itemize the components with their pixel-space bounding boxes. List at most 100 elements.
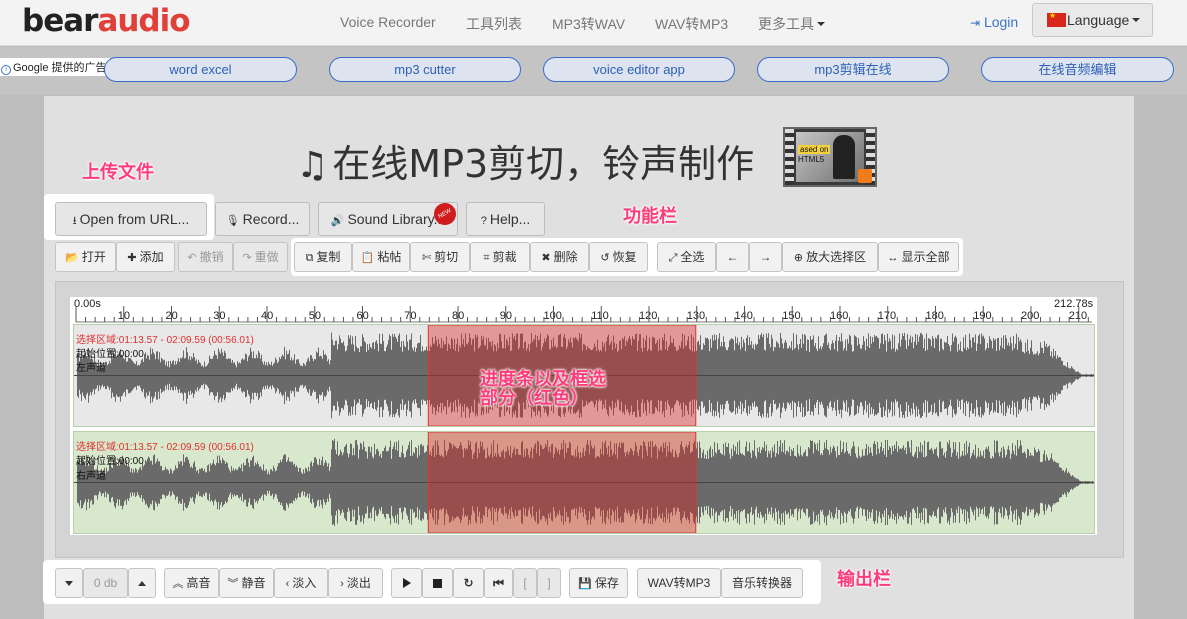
- show-all-label: 显示全部: [901, 250, 950, 264]
- annotation-output: 输出栏: [837, 569, 891, 590]
- nav-wav-to-mp3[interactable]: WAV转MP3: [655, 14, 728, 34]
- undo-button[interactable]: ↶ 撤销: [178, 242, 233, 272]
- thumbnail-text-1: ased on: [798, 145, 831, 154]
- ruler-tick-label: 30: [213, 310, 226, 322]
- select-all-button[interactable]: ⤢ 全选: [657, 242, 716, 272]
- paste-label: 粘帖: [377, 250, 402, 264]
- ad-link-mp3-cutter[interactable]: mp3 cutter: [329, 57, 521, 82]
- microphone-icon: 🎙: [225, 215, 240, 227]
- login-link[interactable]: ⇥ Login: [970, 14, 1018, 30]
- video-thumbnail[interactable]: ased on HTML5: [783, 127, 877, 187]
- ad-label-text: Google 提供的广告: [13, 62, 107, 74]
- chevron-right-icon: ›: [340, 578, 344, 590]
- ad-link-online-audio-edit[interactable]: 在线音频编辑: [981, 57, 1174, 82]
- gain-value-field[interactable]: 0 db: [83, 568, 128, 598]
- ruler-tick-label: 190: [973, 310, 992, 322]
- nav-more-tools[interactable]: 更多工具: [758, 14, 825, 34]
- cut-button[interactable]: ✄ 剪切: [410, 242, 470, 272]
- save-button[interactable]: 💾 保存: [569, 568, 628, 598]
- ruler-tick-label: 10: [117, 310, 130, 322]
- mark-in-button[interactable]: [: [513, 568, 537, 598]
- ruler-tick-label: 160: [829, 310, 849, 322]
- annotation-upload: 上传文件: [82, 162, 154, 183]
- chevron-left-icon: ‹: [285, 578, 290, 590]
- help-button[interactable]: ? Help...: [466, 202, 545, 236]
- show-all-button[interactable]: ↔ 显示全部: [878, 242, 959, 272]
- ruler-tick-label: 200: [1020, 310, 1040, 322]
- mark-out-button[interactable]: ]: [537, 568, 561, 598]
- nav-mp3-to-wav[interactable]: MP3转WAV: [552, 14, 625, 34]
- ad-link-voice-editor[interactable]: voice editor app: [543, 57, 735, 82]
- mute-button[interactable]: ︾ 静音: [219, 568, 274, 598]
- move-right-button[interactable]: →: [749, 242, 782, 272]
- stop-button[interactable]: [422, 568, 453, 598]
- repeat-icon: ↻: [463, 576, 474, 590]
- ad-link-mp3-edit-online[interactable]: mp3剪辑在线: [757, 57, 949, 82]
- ad-strip: i Google 提供的广告 word excel mp3 cutter voic…: [0, 47, 1187, 95]
- gain-down-button[interactable]: [55, 568, 83, 598]
- page-title-text: 在线MP3剪切，铃声制作: [332, 142, 755, 186]
- ruler-tick-label: 110: [591, 310, 609, 322]
- paste-button[interactable]: 📋 粘帖: [352, 242, 410, 272]
- redo-button[interactable]: ↷ 重做: [233, 242, 288, 272]
- louder-button[interactable]: ︽ 高音: [164, 568, 219, 598]
- language-dropdown[interactable]: Language: [1032, 3, 1153, 37]
- zoom-selection-label: 放大选择区: [806, 250, 867, 264]
- ruler-start-label: 0.00s: [74, 298, 101, 310]
- selection-region: [427, 432, 697, 533]
- fade-out-label: 淡出: [346, 576, 371, 590]
- brand-logo[interactable]: bearaudio: [22, 3, 191, 39]
- annotation-progress-line1: 进度条以及框选: [480, 369, 606, 390]
- zoom-in-icon: ⊕: [793, 252, 804, 264]
- undo-label: 撤销: [199, 250, 224, 264]
- ruler-tick-label: 210: [1068, 310, 1088, 322]
- brand-logo-part2: audio: [97, 3, 190, 39]
- music-note-icon: ♫: [296, 145, 329, 186]
- wav-to-mp3-button[interactable]: WAV转MP3: [637, 568, 721, 598]
- gain-up-button[interactable]: [128, 568, 156, 598]
- louder-label: 高音: [186, 576, 211, 590]
- record-button[interactable]: 🎙 Record...: [215, 202, 310, 236]
- copy-button[interactable]: ⧉ 复制: [294, 242, 352, 272]
- track1-start-text: 起始位置:00:00: [76, 349, 144, 360]
- fade-in-button[interactable]: ‹ 淡入: [274, 568, 328, 598]
- ruler-tick-label: 50: [308, 310, 321, 322]
- download-icon: ⭳: [72, 215, 77, 227]
- restore-label: 恢复: [612, 250, 637, 264]
- ruler-tick-label: 80: [451, 310, 465, 322]
- open-from-url-button[interactable]: ⭳ Open from URL...: [55, 202, 207, 236]
- paste-icon: 📋: [360, 252, 375, 264]
- add-button[interactable]: ✚ 添加: [116, 242, 175, 272]
- skip-to-start-button[interactable]: ⏮: [484, 568, 513, 598]
- chevron-down-icon: [65, 581, 73, 586]
- open-button[interactable]: 📂 打开: [55, 242, 116, 272]
- track1-channel-text: 左声道: [76, 363, 106, 374]
- crop-button[interactable]: ⌗ 剪裁: [470, 242, 530, 272]
- move-left-button[interactable]: ←: [716, 242, 749, 272]
- ruler-tick-label: 100: [543, 310, 562, 322]
- fade-out-button[interactable]: › 淡出: [328, 568, 383, 598]
- loop-button[interactable]: ↻: [453, 568, 484, 598]
- nav-voice-recorder[interactable]: Voice Recorder: [340, 14, 436, 30]
- annotation-functions: 功能栏: [623, 206, 677, 227]
- restore-button[interactable]: ↺ 恢复: [589, 242, 648, 272]
- ruler-tick-label: 130: [686, 310, 706, 322]
- copy-label: 复制: [316, 250, 341, 264]
- scissors-icon: ✄: [421, 252, 432, 264]
- ruler-tick-label: 60: [356, 310, 369, 322]
- redo-icon: ↷: [242, 252, 252, 264]
- ad-link-word-excel[interactable]: word excel: [104, 57, 297, 82]
- record-label: Record...: [242, 211, 300, 227]
- music-converter-button[interactable]: 音乐转换器: [721, 568, 803, 598]
- open-from-url-label: Open from URL...: [79, 211, 190, 227]
- zoom-selection-button[interactable]: ⊕ 放大选择区: [782, 242, 878, 272]
- arrow-left-icon: ←: [726, 250, 739, 264]
- ad-label[interactable]: i Google 提供的广告: [0, 58, 110, 76]
- track2-selection-text: 选择区域:01:13.57 - 02:09.59 (00:56.01): [76, 442, 254, 453]
- login-label: Login: [983, 14, 1019, 30]
- play-button[interactable]: [391, 568, 422, 598]
- nav-tool-list[interactable]: 工具列表: [466, 14, 522, 34]
- floppy-disk-icon: 💾: [578, 578, 592, 590]
- help-label: Help...: [489, 211, 531, 227]
- delete-button[interactable]: ✖ 删除: [530, 242, 589, 272]
